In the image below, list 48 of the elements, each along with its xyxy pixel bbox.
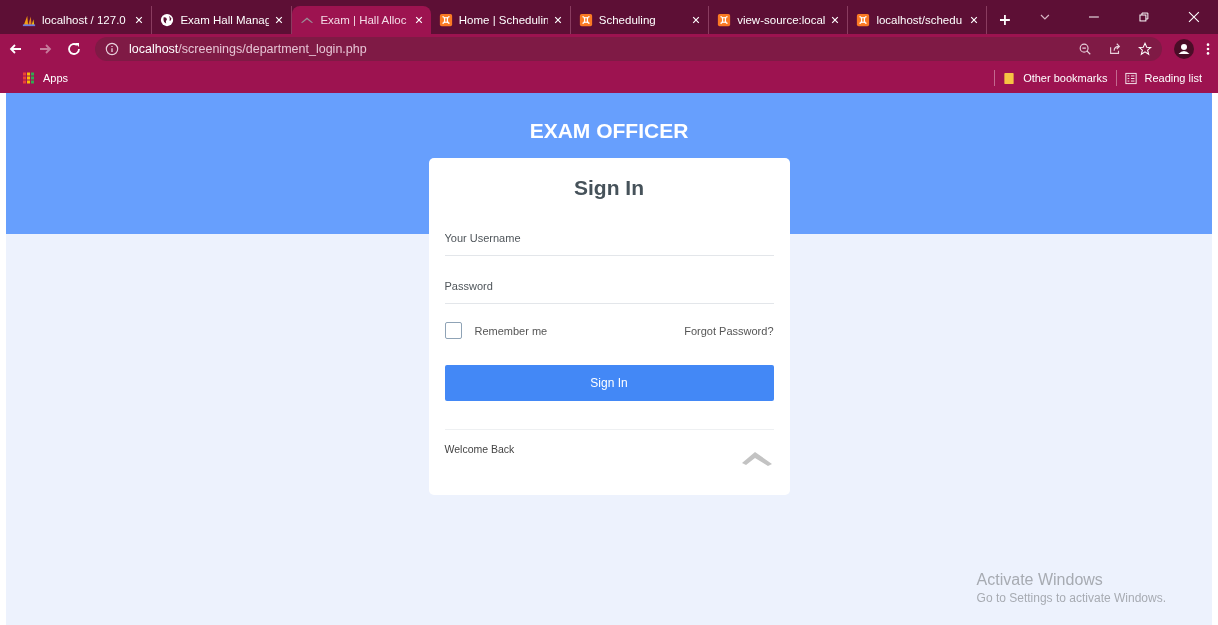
- close-icon[interactable]: [275, 16, 284, 24]
- xampp-logo-icon: [856, 13, 871, 27]
- close-icon[interactable]: [1188, 11, 1200, 23]
- tab-title: Exam | Hall Alloc: [320, 14, 408, 26]
- list-icon: [1124, 71, 1137, 85]
- xampp-logo-icon: [717, 13, 732, 27]
- remember-checkbox[interactable]: [444, 322, 462, 339]
- browser-tab[interactable]: Exam | Hall Alloc: [292, 6, 431, 34]
- xampp-logo-icon: [438, 13, 453, 27]
- apps-bookmark[interactable]: Apps: [15, 71, 77, 85]
- close-icon[interactable]: [414, 16, 423, 24]
- bookmark-label: Apps: [43, 72, 69, 84]
- close-icon[interactable]: [553, 16, 562, 24]
- close-icon[interactable]: [692, 16, 701, 24]
- plus-icon[interactable]: [998, 14, 1011, 26]
- tab-title: view-source:local: [737, 14, 826, 26]
- folder-icon: [1003, 71, 1016, 85]
- profile-avatar-icon[interactable]: [1174, 38, 1194, 59]
- close-icon[interactable]: [135, 16, 144, 24]
- star-icon[interactable]: [1138, 41, 1152, 56]
- bookmark-label: Other bookmarks: [1023, 72, 1108, 84]
- apps-grid-icon: [23, 71, 35, 85]
- page-heading: EXAM OFFICER: [529, 119, 689, 143]
- card-title: Sign In: [574, 176, 644, 200]
- address-bar[interactable]: localhost/screenings/department_login.php: [95, 36, 1162, 61]
- tab-title: localhost/schedu: [876, 14, 964, 26]
- zoom-out-icon[interactable]: [1078, 41, 1092, 56]
- tab-title: localhost / 127.0: [42, 14, 127, 26]
- forgot-password-link[interactable]: Forgot Password?: [684, 324, 774, 337]
- restore-icon[interactable]: [1138, 11, 1151, 23]
- tab-title: Scheduling: [598, 14, 657, 26]
- activation-text: Go to Settings to activate Windows.: [976, 591, 1166, 605]
- welcome-text: Welcome Back: [444, 443, 515, 457]
- xampp-logo-icon: [578, 13, 593, 27]
- activation-title: Activate Windows: [976, 571, 1104, 589]
- remember-label: Remember me: [474, 324, 548, 337]
- url-text: localhost/screenings/department_login.php: [129, 41, 367, 56]
- close-icon[interactable]: [831, 16, 840, 24]
- bookmark-label: Reading list: [1144, 72, 1202, 84]
- other-bookmarks-folder[interactable]: Other bookmarks: [995, 71, 1116, 85]
- info-icon: [105, 41, 119, 56]
- globe-icon: [160, 13, 175, 27]
- share-icon[interactable]: [1108, 41, 1122, 56]
- reload-icon[interactable]: [66, 40, 82, 57]
- close-icon[interactable]: [969, 16, 978, 24]
- reading-list-button[interactable]: Reading list: [1116, 71, 1210, 85]
- tab-title: Home | Schedulin: [458, 14, 548, 26]
- menu-icon[interactable]: [1206, 41, 1210, 56]
